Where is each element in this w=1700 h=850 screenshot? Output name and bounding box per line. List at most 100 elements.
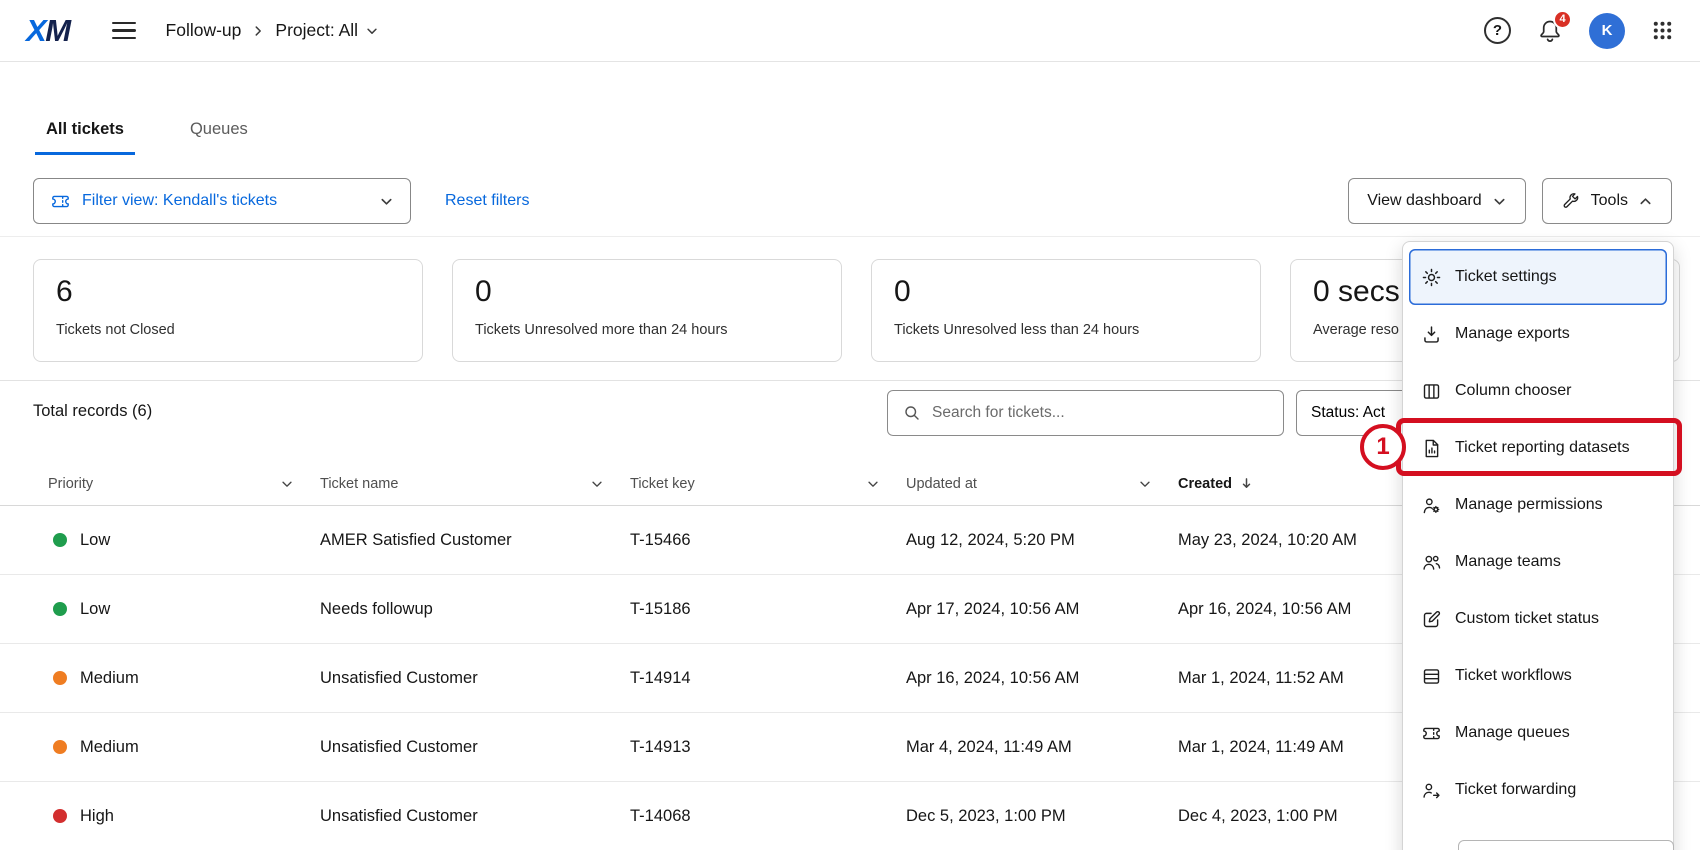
priority-dot bbox=[53, 809, 67, 823]
logo-letter-m: M bbox=[45, 13, 69, 49]
chevron-down-icon bbox=[866, 477, 880, 491]
filter-bar: Filter view: Kendall's tickets Reset fil… bbox=[33, 178, 1672, 224]
search-icon bbox=[902, 403, 922, 423]
breadcrumb-project-label: Project: All bbox=[275, 20, 358, 41]
menu-item-label: Ticket reporting datasets bbox=[1455, 439, 1630, 457]
menu-item-label: Ticket forwarding bbox=[1455, 781, 1576, 799]
app-grid-icon[interactable] bbox=[1651, 19, 1674, 42]
tools-dropdown-menu: Ticket settings Manage exports Column ch… bbox=[1402, 241, 1674, 850]
ticket-name: Unsatisfied Customer bbox=[320, 738, 630, 757]
column-header-updated-at[interactable]: Updated at bbox=[906, 476, 1178, 492]
tools-button[interactable]: Tools bbox=[1542, 178, 1672, 224]
priority-value: Low bbox=[80, 600, 110, 619]
topbar-actions: ? 4 K bbox=[1484, 13, 1674, 49]
stat-card-unresolved-more-24h: 0 Tickets Unresolved more than 24 hours bbox=[452, 259, 842, 362]
view-dashboard-button[interactable]: View dashboard bbox=[1348, 178, 1525, 224]
divider bbox=[0, 236, 1700, 237]
notifications-button[interactable]: 4 bbox=[1537, 18, 1563, 44]
gear-icon bbox=[1421, 267, 1442, 288]
person-gear-icon bbox=[1421, 495, 1442, 516]
menu-item-manage-exports[interactable]: Manage exports bbox=[1409, 306, 1667, 362]
menu-item-manage-teams[interactable]: Manage teams bbox=[1409, 534, 1667, 590]
updated-at: Apr 16, 2024, 10:56 AM bbox=[906, 669, 1178, 688]
ticket-icon bbox=[1421, 723, 1442, 744]
columns-icon bbox=[1421, 381, 1442, 402]
avatar[interactable]: K bbox=[1589, 13, 1625, 49]
priority-dot bbox=[53, 671, 67, 685]
chevron-right-icon bbox=[251, 24, 265, 38]
logo-letter-x: X bbox=[26, 13, 45, 49]
rows-stack-icon bbox=[1421, 666, 1442, 687]
notification-count-badge: 4 bbox=[1553, 10, 1572, 29]
menu-item-manage-queues[interactable]: Manage queues bbox=[1409, 705, 1667, 761]
column-label: Priority bbox=[48, 476, 93, 492]
ticket-name: Unsatisfied Customer bbox=[320, 669, 630, 688]
filter-view-dropdown[interactable]: Filter view: Kendall's tickets bbox=[33, 178, 411, 224]
menu-item-ticket-workflows[interactable]: Ticket workflows bbox=[1409, 648, 1667, 704]
total-records-label: Total records (6) bbox=[33, 402, 152, 421]
menu-item-label: Ticket workflows bbox=[1455, 667, 1572, 685]
ticket-key: T-14914 bbox=[630, 669, 906, 688]
menu-item-custom-ticket-status[interactable]: Custom ticket status bbox=[1409, 591, 1667, 647]
menu-item-column-chooser[interactable]: Column chooser bbox=[1409, 363, 1667, 419]
stat-value: 0 bbox=[475, 275, 819, 309]
menu-item-ticket-reporting-datasets[interactable]: Ticket reporting datasets bbox=[1409, 420, 1667, 476]
column-header-ticket-name[interactable]: Ticket name bbox=[320, 476, 630, 492]
sort-descending-icon bbox=[1239, 476, 1254, 491]
chevron-down-icon bbox=[1492, 194, 1507, 209]
chevron-down-icon bbox=[280, 477, 294, 491]
updated-at: Mar 4, 2024, 11:49 AM bbox=[906, 738, 1178, 757]
menu-item-ticket-settings[interactable]: Ticket settings bbox=[1409, 249, 1667, 305]
tab-all-tickets[interactable]: All tickets bbox=[35, 120, 135, 155]
wrench-icon bbox=[1561, 191, 1581, 211]
help-icon[interactable]: ? bbox=[1484, 17, 1511, 44]
stat-label: Tickets not Closed bbox=[56, 322, 400, 338]
ticket-key: T-15466 bbox=[630, 531, 906, 550]
people-icon bbox=[1421, 552, 1442, 573]
menu-item-manage-permissions[interactable]: Manage permissions bbox=[1409, 477, 1667, 533]
breadcrumb-project-selector[interactable]: Project: All bbox=[275, 20, 379, 41]
updated-at: Apr 17, 2024, 10:56 AM bbox=[906, 600, 1178, 619]
view-dashboard-label: View dashboard bbox=[1367, 192, 1481, 210]
status-filter-label: Status: Act bbox=[1311, 404, 1385, 422]
chevron-down-icon bbox=[1138, 477, 1152, 491]
filter-view-label: Filter view: Kendall's tickets bbox=[82, 192, 277, 210]
ticket-name: Unsatisfied Customer bbox=[320, 807, 630, 826]
ticket-search bbox=[887, 390, 1284, 436]
priority-value: Medium bbox=[80, 669, 139, 688]
column-header-ticket-key[interactable]: Ticket key bbox=[630, 476, 906, 492]
ticket-key: T-15186 bbox=[630, 600, 906, 619]
top-bar: X M Follow-up Project: All ? bbox=[0, 0, 1700, 62]
ticket-name: AMER Satisfied Customer bbox=[320, 531, 630, 550]
xm-logo[interactable]: X M bbox=[26, 13, 70, 49]
hamburger-menu-icon[interactable] bbox=[112, 22, 136, 39]
updated-at: Aug 12, 2024, 5:20 PM bbox=[906, 531, 1178, 550]
search-input[interactable] bbox=[932, 404, 1269, 422]
column-label: Ticket key bbox=[630, 476, 695, 492]
partial-cutoff-element bbox=[1458, 840, 1674, 850]
tab-bar: All tickets Queues bbox=[35, 120, 259, 155]
app-window: X M Follow-up Project: All ? bbox=[0, 0, 1700, 850]
chevron-down-icon bbox=[590, 477, 604, 491]
reset-filters-link[interactable]: Reset filters bbox=[445, 192, 529, 210]
menu-item-ticket-forwarding[interactable]: Ticket forwarding bbox=[1409, 762, 1667, 818]
priority-value: Low bbox=[80, 531, 110, 550]
menu-item-label: Manage exports bbox=[1455, 325, 1570, 343]
column-label: Ticket name bbox=[320, 476, 398, 492]
column-header-priority[interactable]: Priority bbox=[48, 476, 320, 492]
stat-label: Tickets Unresolved less than 24 hours bbox=[894, 322, 1238, 338]
ticket-name: Needs followup bbox=[320, 600, 630, 619]
tab-queues[interactable]: Queues bbox=[179, 120, 259, 155]
menu-item-label: Column chooser bbox=[1455, 382, 1572, 400]
stat-card-not-closed: 6 Tickets not Closed bbox=[33, 259, 423, 362]
stat-value: 0 bbox=[894, 275, 1238, 309]
menu-item-label: Ticket settings bbox=[1455, 268, 1557, 286]
stat-label: Tickets Unresolved more than 24 hours bbox=[475, 322, 819, 338]
ticket-key: T-14913 bbox=[630, 738, 906, 757]
ticket-key: T-14068 bbox=[630, 807, 906, 826]
breadcrumb-project-name[interactable]: Follow-up bbox=[166, 20, 242, 41]
column-label: Updated at bbox=[906, 476, 977, 492]
menu-item-label: Manage permissions bbox=[1455, 496, 1603, 514]
menu-item-label: Manage teams bbox=[1455, 553, 1561, 571]
priority-value: Medium bbox=[80, 738, 139, 757]
